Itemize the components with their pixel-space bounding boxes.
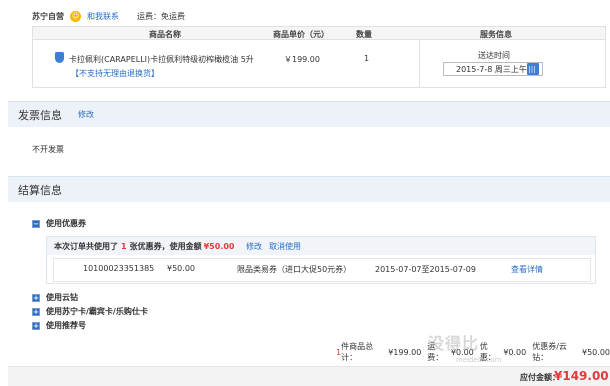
shipping-fee: 运费：免运费 xyxy=(137,11,185,21)
delivery-date-value: 2015-7-8 周三上午 xyxy=(456,64,527,74)
coupon-used-amount: ¥50.00 xyxy=(203,241,235,251)
collapse-icon: − xyxy=(32,219,40,228)
store-row: 苏宁自营 ☺ 和我联系 运费：免运费 xyxy=(32,9,185,23)
coupon-panel: 本次订单共使用了 1 张优惠券，使用金额 ¥50.00 修改 取消使用 1010… xyxy=(46,236,596,284)
goods-total: ¥199.00 xyxy=(388,347,422,357)
cloud-diamond-label: 使用云钻 xyxy=(46,293,78,302)
column-divider xyxy=(419,40,420,88)
product-table-header: 商品名称 商品单价（元） 数量 服务信息 xyxy=(33,27,605,40)
store-name: 苏宁自营 xyxy=(32,11,64,21)
coupon-row: 10100023351385 ¥50.00 限品类易券（进口大促50元券） 20… xyxy=(47,255,595,285)
coupon-toggle-label: 使用优惠券 xyxy=(46,219,86,228)
coupon-count: 1 xyxy=(121,241,127,251)
header-product-name: 商品名称 xyxy=(149,30,181,39)
product-name[interactable]: 卡拉佩利(CARAPELLI)卡拉佩利特级初榨橄榄油 5升 xyxy=(69,54,254,65)
payable-amount: ¥149.00 xyxy=(554,369,609,383)
referral-toggle[interactable]: + 使用推荐号 xyxy=(32,320,86,331)
product-table: 商品名称 商品单价（元） 数量 服务信息 卡拉佩利(CARAPELLI)卡拉佩利… xyxy=(32,26,606,88)
product-price: ￥199.00 xyxy=(284,55,320,64)
coupon-id: 10100023351385 xyxy=(83,264,155,273)
suning-card-label: 使用苏宁卡/霸宾卡/乐购仕卡 xyxy=(46,307,148,316)
coupon-summary-prefix: 本次订单共使用了 xyxy=(54,241,118,251)
coupon-valid-range: 2015-07-07至2015-07-09 xyxy=(375,265,476,274)
suning-card-toggle[interactable]: + 使用苏宁卡/霸宾卡/乐购仕卡 xyxy=(32,306,148,317)
header-quantity: 数量 xyxy=(356,30,372,39)
invoice-section-header: 发票信息 修改 xyxy=(8,101,610,127)
return-policy-note[interactable]: 【不支持无理由退换货】 xyxy=(71,68,159,79)
delivery-time-label: 送达时间 xyxy=(478,51,510,60)
settlement-title: 结算信息 xyxy=(18,183,62,197)
coupon-summary-suffix: 张优惠券，使用金额 xyxy=(129,241,202,251)
coupon-edit-link[interactable]: 修改 xyxy=(246,241,262,252)
discount-value: ¥0.00 xyxy=(503,347,527,357)
product-quantity: 1 xyxy=(364,54,370,63)
header-service: 服务信息 xyxy=(480,30,512,39)
coupon-cloud-value: ¥50.00 xyxy=(582,347,610,357)
shield-icon xyxy=(55,52,64,63)
coupon-detail-link[interactable]: 查看详情 xyxy=(511,264,543,275)
coupon-description: 限品类易券（进口大促50元券） xyxy=(237,265,352,274)
settlement-section-header: 结算信息 xyxy=(8,176,610,202)
calendar-icon[interactable] xyxy=(527,63,539,75)
goods-total-label: 件商品总计： xyxy=(341,342,374,362)
coupon-summary: 本次订单共使用了 1 张优惠券，使用金额 ¥50.00 修改 取消使用 xyxy=(47,237,595,255)
invoice-edit-link[interactable]: 修改 xyxy=(78,109,94,120)
coupon-toggle[interactable]: − 使用优惠券 xyxy=(32,218,86,229)
chat-smile-icon[interactable]: ☺ xyxy=(70,10,81,22)
watermark: 没得比 xyxy=(428,334,480,353)
header-unit-price: 商品单价（元） xyxy=(273,30,329,39)
referral-label: 使用推荐号 xyxy=(46,321,86,330)
cloud-diamond-toggle[interactable]: + 使用云钻 xyxy=(32,292,78,303)
watermark-url: meidebi.com xyxy=(456,356,502,364)
coupon-cloud-label: 优惠券/云钻： xyxy=(532,342,567,362)
invoice-title: 发票信息 xyxy=(18,108,62,122)
expand-icon: + xyxy=(32,307,40,316)
expand-icon: + xyxy=(32,321,40,330)
expand-icon: + xyxy=(32,293,40,302)
contact-link[interactable]: 和我联系 xyxy=(87,11,119,22)
coupon-cancel-link[interactable]: 取消使用 xyxy=(269,241,301,252)
invoice-value: 不开发票 xyxy=(32,145,64,154)
product-row: 卡拉佩利(CARAPELLI)卡拉佩利特级初榨橄榄油 5升 【不支持无理由退换货… xyxy=(33,40,605,88)
coupon-value: ¥50.00 xyxy=(167,264,195,273)
